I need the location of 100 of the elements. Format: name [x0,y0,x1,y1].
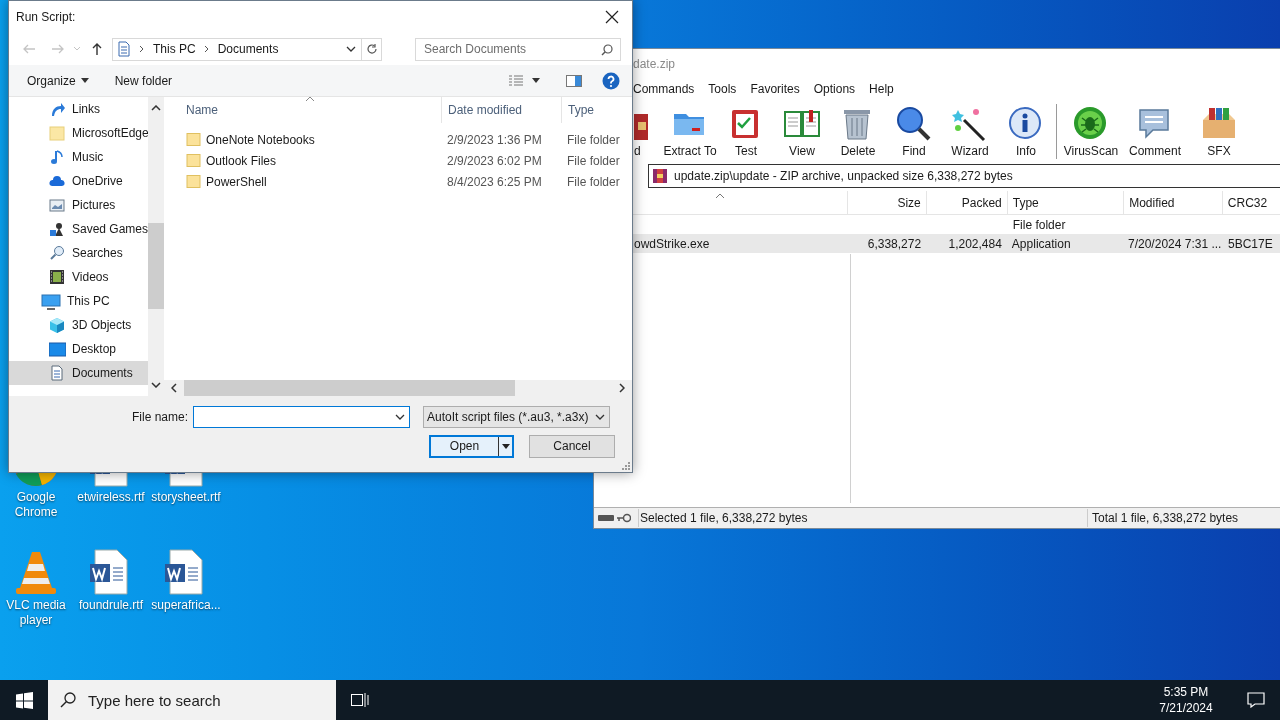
column-header[interactable]: Type [561,97,632,123]
status-text: Selected 1 file, 6,338,272 bytes [638,509,1087,527]
column-header[interactable]: Modified [1124,191,1223,214]
table-cell: 7/20/2024 7:31 ... [1128,236,1222,251]
film-icon [49,268,66,286]
clock[interactable]: 5:35 PM 7/21/2024 [1146,684,1226,716]
nav-item[interactable]: Music [9,145,148,169]
organize-button[interactable]: Organize [27,71,89,90]
magnifier-icon [896,106,932,142]
up-arrow-icon [91,42,103,56]
back-arrow-icon [22,43,36,55]
folder-icon [186,132,201,147]
column-header[interactable]: Size [847,191,927,214]
nav-item[interactable]: Videos [9,265,148,289]
breadcrumb-item[interactable]: This PC [153,40,196,58]
toolbar-button[interactable]: SFX [1187,102,1251,161]
toolbar-button[interactable]: View [774,102,830,161]
refresh-icon [365,43,378,55]
toolbar-button[interactable]: Comment [1123,102,1187,161]
path-field[interactable]: update.zip\update - ZIP archive, unpacked size 6,338,272 bytes [648,164,1280,188]
archive-icon [652,168,668,184]
game-pieces-icon [49,220,66,238]
file-name: owdStrike.exe [634,236,710,251]
toolbar-button[interactable]: Wizard [942,102,998,161]
chevron-up-icon [151,105,161,111]
file-name-field[interactable] [193,406,410,428]
sort-caret-icon [305,96,315,102]
scrollbar[interactable] [164,380,632,396]
file-row[interactable]: Outlook Files 2/9/2023 6:02 PM File folder [164,150,632,171]
toolbar-button[interactable]: Find [886,102,942,161]
open-button[interactable]: Open [429,435,514,458]
breadcrumb-item[interactable]: Documents [217,40,279,58]
table-cell: 1,202,484 [948,236,1002,251]
nav-item[interactable]: Links [9,97,148,121]
table-cell: Application [1011,236,1071,251]
toolbar-button[interactable]: Test [718,102,774,161]
table-cell: 5BC17E [1228,236,1273,251]
nav-item[interactable]: OneDrive [9,169,148,193]
chevron-down-icon [594,412,606,422]
file-type-dropdown[interactable]: AutoIt script files (*.au3, *.a3x) [423,406,610,428]
column-header[interactable]: Packed [926,191,1008,214]
chevron-down-icon [345,44,357,54]
status-text: Total 1 file, 6,338,272 bytes [1087,509,1239,527]
column-header[interactable]: Date modified [441,97,561,123]
column-header[interactable]: Type [1007,191,1125,214]
window-title: Run Script: [16,9,76,26]
magnifier-icon [49,244,66,262]
nav-item[interactable]: Searches [9,241,148,265]
menu-item[interactable]: Tools [708,80,737,98]
new-folder-button[interactable]: New folder [114,71,173,90]
file-row[interactable]: PowerShell 8/4/2023 6:25 PM File folder [164,171,632,192]
drive-icon [598,514,614,522]
address-bar[interactable]: This PC Documents [112,37,382,61]
chevron-right-icon [203,45,210,53]
nav-item[interactable]: Desktop [9,337,148,361]
nav-item[interactable]: This PC [9,289,148,313]
nav-item[interactable]: Pictures [9,193,148,217]
column-header[interactable]: Name [164,97,441,123]
search-field[interactable]: Search Documents [415,37,621,61]
cancel-button[interactable]: Cancel [529,435,615,458]
help-icon [602,71,620,90]
menu-item[interactable]: Commands [633,80,695,98]
toolbar-button[interactable]: Delete [830,102,886,161]
folder-icon [49,124,66,142]
caret-icon [80,78,89,83]
toolbar-button[interactable]: d [634,102,662,161]
file-row[interactable]: owdStrike.exe 6,338,272 1,202,484 Application 7/20/2024 7:31 ... 5BC17E [633,234,1280,253]
scrollbar[interactable] [148,97,164,396]
caret-icon [532,78,540,83]
cube-icon [49,316,66,334]
toolbar-button[interactable]: Extract To [662,102,718,161]
nav-item[interactable]: Documents [9,361,148,385]
file-row[interactable]: OneNote Notebooks 2/9/2023 1:36 PM File folder [164,129,632,150]
table-cell: File folder [1012,217,1066,232]
chevron-right-icon [619,383,625,393]
document-icon [49,364,66,382]
task-view-icon [351,692,369,708]
speech-bubble-icon [1247,692,1265,708]
toolbar-button[interactable]: VirusScan [1059,102,1123,161]
file-row[interactable]: File folder [633,215,1280,234]
magic-wand-icon [952,106,988,142]
window-title: date.zip [633,56,676,73]
menu-item[interactable]: Favorites [750,80,800,98]
view-options-button[interactable] [508,74,540,87]
bug-icon [1073,106,1109,142]
key-icon [617,513,631,523]
windows-logo-icon [15,691,33,709]
desktop-icon [49,340,66,358]
search-icon [601,43,613,56]
column-header[interactable]: CRC32 [1222,191,1280,214]
nav-item[interactable]: Saved Games [9,217,148,241]
chevron-right-icon [139,45,145,53]
chevron-down-icon [394,412,406,422]
monitor-icon [41,292,61,310]
taskbar-search-field[interactable]: Type here to search [48,680,336,720]
nav-item[interactable]: 3D Objects [9,313,148,337]
toolbar-button[interactable]: Info [998,102,1054,161]
nav-item[interactable]: MicrosoftEdge [9,121,148,145]
menu-item[interactable]: Options [813,80,856,98]
menu-item[interactable]: Help [869,80,894,98]
